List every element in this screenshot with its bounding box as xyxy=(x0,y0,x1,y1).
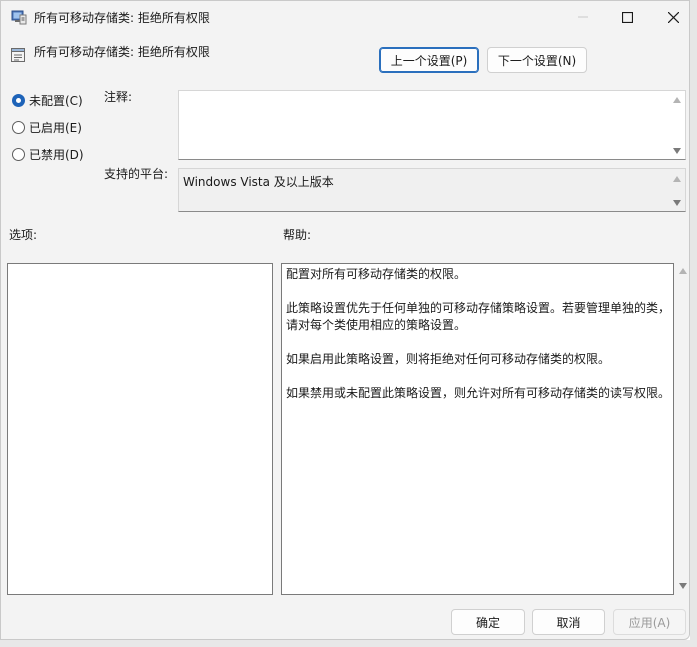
options-section-label: 选项: xyxy=(9,228,38,242)
platform-value: Windows Vista 及以上版本 xyxy=(183,175,334,189)
maximize-icon xyxy=(621,11,633,23)
minimize-button[interactable] xyxy=(560,1,606,33)
minimize-icon xyxy=(578,12,588,22)
comment-field[interactable] xyxy=(178,90,686,160)
help-paragraph: 如果启用此策略设置，则将拒绝对任何可移动存储类的权限。 xyxy=(286,352,611,366)
policy-settings-icon xyxy=(11,9,27,25)
help-paragraph: 如果禁用或未配置此策略设置，则允许对所有可移动存储类的读写权限。 xyxy=(286,386,671,400)
policy-setting-icon xyxy=(10,47,26,63)
platform-field: Windows Vista 及以上版本 xyxy=(178,168,686,212)
platform-label: 支持的平台: xyxy=(104,167,169,181)
close-button[interactable] xyxy=(650,1,696,33)
radio-disabled[interactable]: 已禁用(D) xyxy=(12,146,84,162)
comment-label: 注释: xyxy=(104,90,133,104)
cancel-button[interactable]: 取消 xyxy=(532,609,605,635)
scroll-up-icon[interactable] xyxy=(678,266,688,276)
policy-dialog: 所有可移动存储类: 拒绝所有权限 所有可移动存储类: 拒绝所有权限 上一个设置(… xyxy=(0,0,690,640)
maximize-button[interactable] xyxy=(604,1,650,33)
help-section-label: 帮助: xyxy=(283,228,312,242)
scroll-up-icon[interactable] xyxy=(672,95,682,105)
ok-button[interactable]: 确定 xyxy=(451,609,525,635)
close-icon xyxy=(667,11,679,23)
radio-indicator xyxy=(12,93,25,107)
scroll-up-icon[interactable] xyxy=(672,174,682,184)
options-pane xyxy=(7,263,273,595)
window-title: 所有可移动存储类: 拒绝所有权限 xyxy=(34,11,210,25)
help-paragraph: 配置对所有可移动存储类的权限。 xyxy=(286,267,467,281)
title-bar: 所有可移动存储类: 拒绝所有权限 xyxy=(1,1,689,33)
policy-title: 所有可移动存储类: 拒绝所有权限 xyxy=(34,45,210,59)
radio-indicator xyxy=(12,147,25,161)
scroll-down-icon[interactable] xyxy=(672,198,682,208)
radio-label: 已启用(E) xyxy=(29,120,82,135)
background-edge-bottom xyxy=(0,640,697,647)
radio-not-configured[interactable]: 未配置(C) xyxy=(12,92,83,108)
help-pane: 配置对所有可移动存储类的权限。 此策略设置优先于任何单独的可移动存储策略设置。若… xyxy=(281,263,674,595)
next-setting-button[interactable]: 下一个设置(N) xyxy=(487,47,587,73)
radio-label: 未配置(C) xyxy=(29,93,83,108)
radio-indicator xyxy=(12,120,25,134)
help-paragraph: 此策略设置优先于任何单独的可移动存储策略设置。若要管理单独的类，请对每个类使用相… xyxy=(286,301,671,332)
scroll-down-icon[interactable] xyxy=(672,146,682,156)
radio-enabled[interactable]: 已启用(E) xyxy=(12,119,82,135)
background-edge xyxy=(690,0,697,647)
apply-button[interactable]: 应用(A) xyxy=(613,609,686,635)
previous-setting-button[interactable]: 上一个设置(P) xyxy=(379,47,479,73)
scroll-down-icon[interactable] xyxy=(678,581,688,591)
radio-label: 已禁用(D) xyxy=(29,147,84,162)
